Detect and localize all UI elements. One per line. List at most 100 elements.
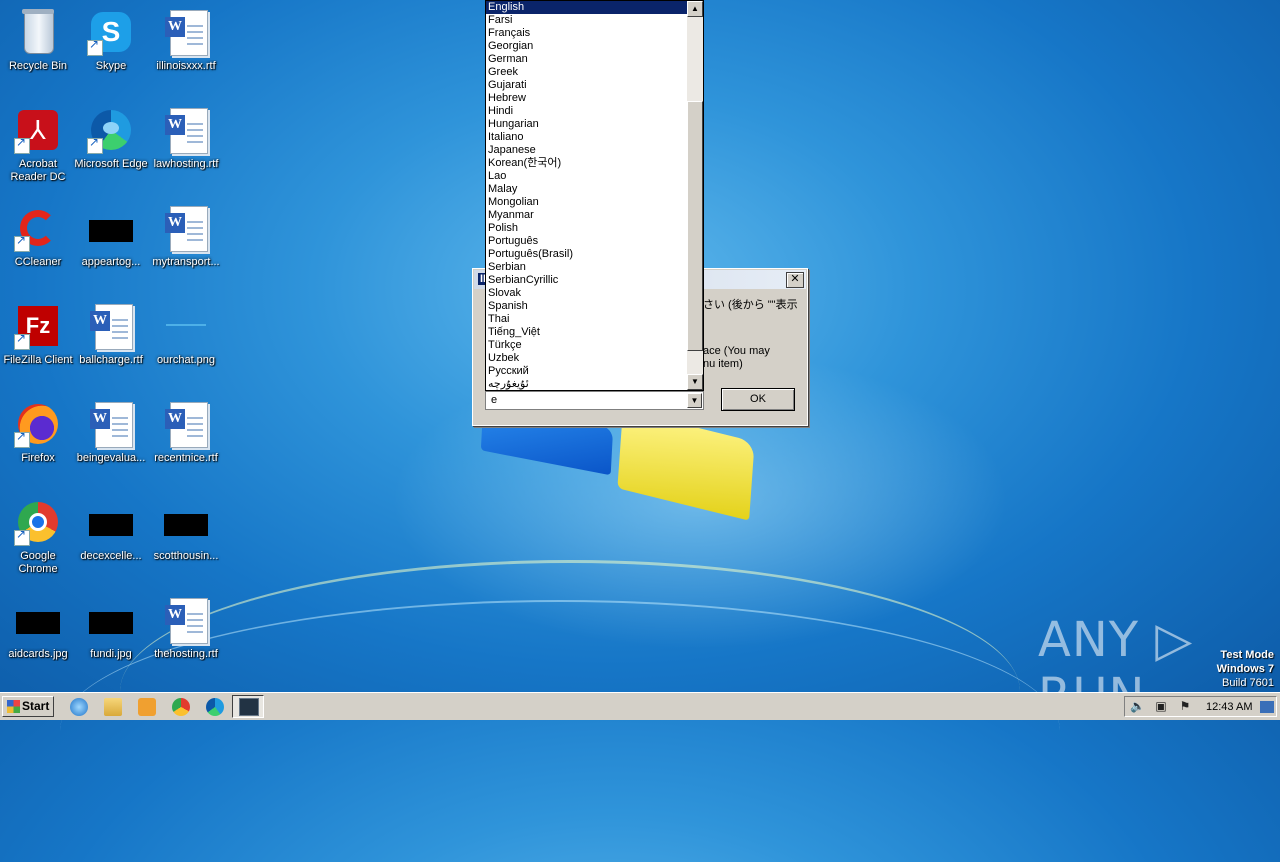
shortcut-arrow-icon [14, 136, 30, 154]
language-option[interactable]: Uzbek [486, 352, 687, 365]
language-option[interactable]: Mongolian [486, 196, 687, 209]
desktop-icon-beingevalua[interactable]: W beingevalua... [73, 400, 149, 465]
language-option[interactable]: Slovak [486, 287, 687, 300]
speaker-icon[interactable]: 🔈 [1130, 699, 1145, 713]
language-option[interactable]: Korean(한국어) [486, 157, 687, 170]
icon-label: Skype [95, 60, 127, 72]
file-thumbnail-icon [89, 514, 133, 536]
language-option[interactable]: Türkçe [486, 339, 687, 352]
icon-label: CCleaner [14, 256, 62, 268]
chevron-down-icon[interactable]: ▼ [687, 393, 702, 408]
desktop-icon-ballcharge[interactable]: W ballcharge.rtf [73, 302, 149, 367]
taskbar-app-button[interactable] [232, 695, 264, 718]
language-option[interactable]: Greek [486, 66, 687, 79]
language-option[interactable]: Français [486, 27, 687, 40]
language-option[interactable]: Serbian [486, 261, 687, 274]
language-option[interactable]: Polish [486, 222, 687, 235]
language-option[interactable]: English [486, 1, 687, 14]
desktop-icon-recycle-bin[interactable]: Recycle Bin [0, 8, 76, 73]
language-option[interactable]: Tiếng_Việt [486, 326, 687, 339]
vertical-scrollbar[interactable]: ▲ ▼ [687, 1, 703, 390]
language-dropdown-list[interactable]: English Farsi Français Georgian German Greek G… [485, 0, 704, 391]
image-thumbnail-icon [166, 324, 206, 326]
language-option[interactable]: Hungarian [486, 118, 687, 131]
language-option[interactable]: Thai [486, 313, 687, 326]
action-center-flag-icon[interactable]: ⚑ [1178, 699, 1192, 713]
show-desktop-icon[interactable] [1260, 701, 1274, 713]
ok-button[interactable]: OK [721, 388, 795, 411]
desktop-icon-mytransport[interactable]: W mytransport... [148, 204, 224, 269]
explorer-icon[interactable] [104, 698, 122, 716]
language-option[interactable]: Italiano [486, 131, 687, 144]
language-option[interactable]: Русский [486, 365, 687, 378]
icon-label: aidcards.jpg [8, 648, 68, 660]
language-option[interactable]: Myanmar [486, 209, 687, 222]
word-document-icon: W [90, 402, 133, 448]
language-option[interactable]: ئۇيغۇرچە [486, 378, 687, 390]
scrollbar-thumb[interactable] [687, 101, 703, 351]
desktop-icon-recentnice[interactable]: W recentnice.rtf [148, 400, 224, 465]
media-player-icon[interactable] [138, 698, 156, 716]
language-option[interactable]: SerbianCyrillic [486, 274, 687, 287]
desktop-icon-illinoisxxx[interactable]: W illinoisxxx.rtf [148, 8, 224, 73]
desktop-icon-ccleaner[interactable]: CCleaner [0, 204, 76, 269]
scroll-up-arrow-icon[interactable]: ▲ [687, 1, 703, 17]
language-option[interactable]: Lao [486, 170, 687, 183]
desktop-icon-lawhosting[interactable]: W lawhosting.rtf [148, 106, 224, 171]
language-option[interactable]: Farsi [486, 14, 687, 27]
desktop-icon-appeartog[interactable]: appeartog... [73, 204, 149, 269]
chrome-icon[interactable] [172, 698, 190, 716]
language-option[interactable]: Português [486, 235, 687, 248]
desktop-icon-decexcelle[interactable]: decexcelle... [73, 498, 149, 563]
desktop-icon-aidcards[interactable]: aidcards.jpg [0, 596, 76, 661]
word-document-icon: W [165, 108, 208, 154]
combobox-value: e [491, 394, 498, 406]
desktop-icon-filezilla[interactable]: Fz FileZilla Client [0, 302, 76, 367]
language-option[interactable]: Hebrew [486, 92, 687, 105]
icon-label: ballcharge.rtf [79, 354, 143, 366]
icon-label: Microsoft Edge [74, 158, 148, 170]
desktop-icon-thehosting[interactable]: W thehosting.rtf [148, 596, 224, 661]
desktop-icon-firefox[interactable]: Firefox [0, 400, 76, 465]
icon-label: beingevalua... [76, 452, 146, 464]
test-mode-label: Test Mode [1220, 649, 1274, 661]
word-document-icon: W [165, 402, 208, 448]
language-option[interactable]: Japanese [486, 144, 687, 157]
language-option[interactable]: Português(Brasil) [486, 248, 687, 261]
language-combobox[interactable]: e ▼ [485, 391, 704, 410]
network-icon[interactable]: ▣ [1154, 699, 1168, 713]
language-option[interactable]: Spanish [486, 300, 687, 313]
dialog-message-line-3: nu item) [703, 358, 743, 370]
language-option[interactable]: Gujarati [486, 79, 687, 92]
shortcut-arrow-icon [87, 136, 103, 154]
dialog-message-line-1: さい (後から ""表示 [703, 299, 798, 311]
language-option[interactable]: Georgian [486, 40, 687, 53]
file-thumbnail-icon [89, 220, 133, 242]
language-option[interactable]: Hindi [486, 105, 687, 118]
word-document-icon: W [165, 206, 208, 252]
shortcut-arrow-icon [14, 234, 30, 252]
desktop-icon-scotthousin[interactable]: scotthousin... [148, 498, 224, 563]
edge-icon[interactable] [206, 698, 224, 716]
desktop-icon-google-chrome[interactable]: Google Chrome [0, 498, 76, 576]
desktop-icon-skype[interactable]: S Skype [73, 8, 149, 73]
clock[interactable]: 12:43 AM [1206, 701, 1252, 713]
language-option[interactable]: Malay [486, 183, 687, 196]
internet-explorer-icon[interactable] [70, 698, 88, 716]
close-button[interactable]: ✕ [786, 272, 804, 288]
word-document-icon: W [165, 10, 208, 56]
icon-label: decexcelle... [80, 550, 142, 562]
desktop-icon-ourchat[interactable]: ourchat.png [148, 302, 224, 367]
icon-label: Firefox [21, 452, 55, 464]
desktop-icon-microsoft-edge[interactable]: Microsoft Edge [66, 106, 156, 171]
start-button[interactable]: Start [2, 696, 54, 717]
build-label: Build 7601 [1222, 677, 1274, 689]
shortcut-arrow-icon [14, 528, 30, 546]
test-mode-notice: Test Mode Windows 7 Build 7601 [1217, 648, 1274, 690]
desktop-icon-acrobat-reader[interactable]: ⅄ Acrobat Reader DC [0, 106, 76, 184]
desktop-icon-fundi[interactable]: fundi.jpg [73, 596, 149, 661]
scroll-down-arrow-icon[interactable]: ▼ [687, 374, 703, 390]
icon-label: scotthousin... [153, 550, 219, 562]
language-option[interactable]: German [486, 53, 687, 66]
icon-label: fundi.jpg [90, 648, 132, 660]
